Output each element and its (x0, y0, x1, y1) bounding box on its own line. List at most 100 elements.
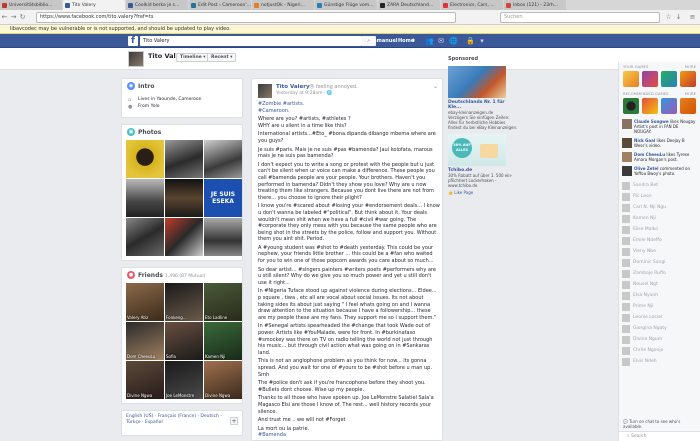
facebook-search-input[interactable]: Tito Valery (140, 36, 362, 46)
post-author-avatar[interactable] (258, 84, 272, 98)
browser-tab[interactable]: Inbox (121) - 23rh... (504, 0, 566, 10)
facebook-logo-icon[interactable]: f (128, 36, 138, 46)
8-ball-pool-icon[interactable] (623, 98, 639, 114)
chat-contact[interactable]: Elvis Ndeh (619, 356, 700, 367)
browser-tab[interactable]: notjustOk - Nigeri... (252, 0, 314, 10)
ad-title[interactable]: Deutschlands Nr. 1 für Kle... (448, 100, 518, 110)
friend-requests-icon[interactable]: 👥 (425, 37, 434, 45)
friend-name[interactable]: Joe LeMonstre (166, 393, 194, 398)
photo-thumbnail[interactable] (165, 140, 203, 178)
browser-tab[interactable]: ZARA Deutschland... (378, 0, 440, 10)
friends-title[interactable]: ● Friends 1,496 (87 Mutual) (122, 268, 242, 281)
chat-contact[interactable]: Kamen Nji (619, 213, 700, 224)
post-options-chevron-icon[interactable]: ⌄ (433, 83, 438, 90)
browser-search-input[interactable]: Suchen (500, 12, 660, 23)
browser-tab-active[interactable]: Tito Valery (63, 0, 125, 10)
bookmark-star-icon[interactable]: ☆ (664, 13, 673, 21)
post-author-name[interactable]: Tito Valery (276, 84, 310, 90)
friend-tile[interactable]: Fonkeng... (165, 283, 203, 321)
chat-contact[interactable]: Emile Ndeffo (619, 235, 700, 246)
friend-tile[interactable]: Dom CheeuLu (126, 322, 164, 360)
je-suis-eseka-photo[interactable]: JE SUIS ESEKA (204, 179, 242, 217)
post-paragraph[interactable]: #Bamenda (258, 432, 440, 439)
download-icon[interactable]: ↓ (674, 13, 683, 21)
notifications-icon[interactable]: 🌐 (449, 37, 458, 45)
game-icon[interactable] (680, 98, 696, 114)
back-arrow-icon[interactable]: ← (0, 13, 9, 21)
more-link[interactable]: MORE (685, 91, 696, 96)
friend-tile[interactable]: Eto Ladline (204, 283, 242, 321)
browser-tab[interactable]: Edit Post ‹ Cameroon'... (189, 0, 251, 10)
chat-contact[interactable]: Pic Leon (619, 191, 700, 202)
add-language-button[interactable]: + (230, 417, 238, 425)
photo-thumbnail[interactable] (165, 218, 203, 256)
browser-tab[interactable]: Coolkid berka je s... (126, 0, 188, 10)
timeline-dropdown[interactable]: Timeline ▾ (176, 53, 210, 62)
game-icon[interactable] (642, 71, 658, 87)
chat-contact[interactable]: Zambaje Ruffo (619, 268, 700, 279)
chat-turn-on-prompt[interactable]: 💬 Turn on chat to see who's available. (619, 419, 700, 429)
friend-tile[interactable]: Sofia (165, 322, 203, 360)
ticker-item[interactable]: Nick Gaal likes Deejay B Wess's video. (619, 136, 700, 150)
friend-name[interactable]: Sofia (166, 354, 176, 359)
friend-name[interactable]: Valery Atiz (127, 315, 148, 320)
more-link[interactable]: MORE (685, 64, 696, 69)
friend-tile[interactable]: Divine Ngwa (204, 361, 242, 399)
browser-tab[interactable]: Electronics, Cars, ... (441, 0, 503, 10)
photo-thumbnail[interactable] (204, 218, 242, 256)
chat-contact[interactable]: Divine Ngum (619, 334, 700, 345)
chat-contact[interactable]: Neusel Ngt (619, 279, 700, 290)
chat-contact[interactable]: Chrile Ngonjo (619, 345, 700, 356)
friend-tile[interactable]: Divine Ngwa (126, 361, 164, 399)
chat-contact[interactable]: Dominic Sangi (619, 257, 700, 268)
ebay-ad-image[interactable] (448, 66, 506, 98)
user-profile-link[interactable]: Emmanuel (368, 36, 397, 46)
friend-name[interactable]: Divine Ngwa (205, 393, 230, 398)
post-hashtags[interactable]: #Zombie #artists. (258, 101, 440, 108)
browser-tab[interactable]: Günstige Flüge vom... (315, 0, 377, 10)
recent-dropdown[interactable]: Recent ▾ (207, 53, 237, 62)
chat-contact[interactable]: Prime Nji (619, 301, 700, 312)
chat-contact[interactable]: Sandra Bet (619, 180, 700, 191)
account-menu-chevron-icon[interactable]: ▾ (478, 37, 486, 45)
privacy-lock-icon[interactable]: 🔒 (466, 37, 475, 45)
game-icon[interactable] (661, 98, 677, 114)
game-icon[interactable] (623, 71, 639, 87)
photo-thumbnail[interactable] (126, 179, 164, 217)
url-bar[interactable]: https://www.facebook.com/tito.valery?fre… (36, 12, 456, 23)
friend-name[interactable]: Divine Ngwa (127, 393, 152, 398)
messages-icon[interactable]: ✉ (437, 37, 445, 45)
chat-contact[interactable]: Elise Malko (619, 224, 700, 235)
like-page-button[interactable]: 👍 Like Page (448, 190, 518, 195)
tchibo-ad-image[interactable]: 30% AUF ALLES (448, 134, 506, 166)
ticker-item[interactable]: Olive Zetel commented on Yoffou Bwoy's p… (619, 164, 700, 178)
profile-avatar[interactable] (128, 51, 144, 67)
chat-contact[interactable]: Elsa Nyanh (619, 290, 700, 301)
browser-tab[interactable]: Universitätsbiblio... (0, 0, 62, 10)
photo-thumbnail[interactable] (165, 179, 203, 217)
friend-tile[interactable]: Valery Atiz (126, 283, 164, 321)
photos-title[interactable]: ▣ Photos (122, 125, 242, 138)
friend-name[interactable]: Fonkeng... (166, 315, 187, 320)
chat-search-input[interactable]: ⌕ Search (619, 431, 700, 441)
photo-thumbnail[interactable] (126, 218, 164, 256)
friend-name[interactable]: Kamen Nji (205, 354, 225, 359)
post-timestamp[interactable]: Yesterday at 9:28am · 🌐 (276, 91, 332, 96)
game-icon[interactable] (661, 71, 677, 87)
forward-arrow-icon[interactable]: → (9, 13, 18, 21)
chat-contact[interactable]: Leonie Locier (619, 312, 700, 323)
ticker-item[interactable]: Claude Songwe likes Nougay Artist's post… (619, 117, 700, 136)
friend-tile[interactable]: Joe LeMonstre (165, 361, 203, 399)
game-icon[interactable] (642, 98, 658, 114)
photo-thumbnail[interactable] (126, 140, 164, 178)
friend-name[interactable]: Eto Ladline (205, 315, 227, 320)
menu-icon[interactable]: ≡ (688, 13, 697, 21)
friend-tile[interactable]: Kamen Nji (204, 322, 242, 360)
photo-thumbnail[interactable] (204, 140, 242, 178)
chat-contact[interactable]: Carl N. Nji Ngu (619, 202, 700, 213)
friend-name[interactable]: Dom CheeuLu (127, 354, 155, 359)
reload-icon[interactable]: ↻ (18, 13, 27, 21)
post-hashtags[interactable]: #Cameroon. (258, 108, 440, 115)
chat-contact[interactable]: Vieny Nbe (619, 246, 700, 257)
ticker-item[interactable]: Dom CheeuLu likes Tyrese Amara Morgan's … (619, 150, 700, 164)
